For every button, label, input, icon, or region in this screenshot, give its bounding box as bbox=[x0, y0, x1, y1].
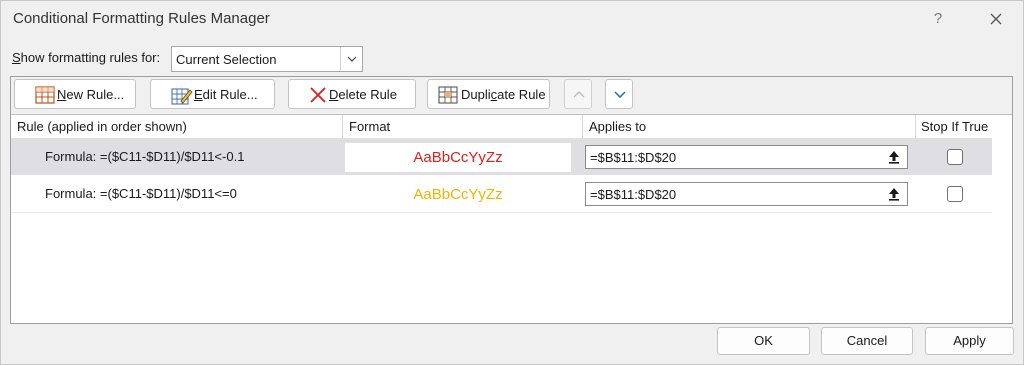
show-rules-label: Show formatting rules for: bbox=[12, 50, 161, 65]
rule-row[interactable]: Formula: =($C11-$D11)/$D11<-0.1 AaBbCcYy… bbox=[11, 139, 992, 175]
duplicate-rule-label: Duplicate Rule bbox=[461, 87, 546, 102]
rules-grid: Rule (applied in order shown) Format App… bbox=[11, 115, 1012, 323]
col-header-stop-if-true: Stop If True bbox=[921, 119, 989, 134]
title-bar: Conditional Formatting Rules Manager ? bbox=[1, 1, 1023, 37]
format-preview: AaBbCcYyZz bbox=[345, 180, 571, 209]
collapse-dialog-icon[interactable] bbox=[885, 148, 903, 166]
duplicate-rule-icon bbox=[438, 86, 458, 104]
help-button[interactable]: ? bbox=[925, 7, 951, 31]
edit-rule-icon bbox=[171, 88, 193, 105]
edit-rule-label: Edit Rule... bbox=[194, 87, 258, 102]
edit-rule-button[interactable]: Edit Rule... bbox=[150, 79, 275, 109]
rule-formula: Formula: =($C11-$D11)/$D11<=0 bbox=[45, 186, 237, 201]
move-down-button[interactable] bbox=[605, 79, 633, 109]
rules-toolbar: New Rule... Edit Rule... Delete Rule Dup… bbox=[11, 77, 1012, 115]
collapse-dialog-icon[interactable] bbox=[885, 185, 903, 203]
new-rule-label: New Rule... bbox=[57, 87, 125, 102]
stop-if-true-checkbox[interactable] bbox=[947, 149, 963, 165]
col-header-rule: Rule (applied in order shown) bbox=[17, 119, 187, 134]
chevron-down-icon bbox=[347, 56, 356, 62]
rules-scope-value: Current Selection bbox=[176, 52, 277, 67]
grid-header: Rule (applied in order shown) Format App… bbox=[11, 115, 992, 139]
rules-panel: New Rule... Edit Rule... Delete Rule Dup… bbox=[10, 76, 1013, 324]
close-icon bbox=[990, 13, 1002, 25]
format-preview-text: AaBbCcYyZz bbox=[413, 186, 503, 203]
rules-scope-dropdown[interactable]: Current Selection bbox=[171, 46, 363, 72]
dialog-title: Conditional Formatting Rules Manager bbox=[13, 10, 270, 27]
rule-formula: Formula: =($C11-$D11)/$D11<-0.1 bbox=[45, 149, 245, 164]
delete-x-icon bbox=[310, 87, 326, 103]
apply-button[interactable]: Apply bbox=[925, 327, 1014, 355]
format-preview: AaBbCcYyZz bbox=[345, 143, 571, 172]
delete-rule-label: Delete Rule bbox=[329, 87, 397, 102]
applies-to-field[interactable]: =$B$11:$D$20 bbox=[585, 182, 908, 206]
applies-to-value: =$B$11:$D$20 bbox=[590, 150, 677, 165]
conditional-formatting-dialog: Conditional Formatting Rules Manager ? S… bbox=[0, 0, 1024, 365]
applies-to-field[interactable]: =$B$11:$D$20 bbox=[585, 145, 908, 169]
move-up-button[interactable] bbox=[564, 79, 592, 109]
dropdown-button[interactable] bbox=[340, 47, 362, 71]
format-preview-text: AaBbCcYyZz bbox=[413, 149, 503, 166]
row-divider bbox=[11, 212, 992, 213]
new-rule-button[interactable]: New Rule... bbox=[14, 79, 136, 109]
applies-to-value: =$B$11:$D$20 bbox=[590, 187, 677, 202]
stop-if-true-checkbox[interactable] bbox=[947, 186, 963, 202]
ok-button[interactable]: OK bbox=[717, 327, 810, 355]
chevron-up-icon bbox=[573, 91, 585, 98]
col-header-applies-to: Applies to bbox=[589, 119, 647, 134]
new-rule-icon bbox=[35, 86, 55, 104]
delete-rule-button[interactable]: Delete Rule bbox=[288, 79, 416, 109]
chevron-down-icon bbox=[614, 91, 626, 98]
col-header-format: Format bbox=[349, 119, 391, 134]
duplicate-rule-button[interactable]: Duplicate Rule bbox=[427, 79, 550, 109]
cancel-button[interactable]: Cancel bbox=[821, 327, 913, 355]
rule-row[interactable]: Formula: =($C11-$D11)/$D11<=0 AaBbCcYyZz… bbox=[11, 176, 992, 212]
close-button[interactable] bbox=[983, 7, 1009, 31]
